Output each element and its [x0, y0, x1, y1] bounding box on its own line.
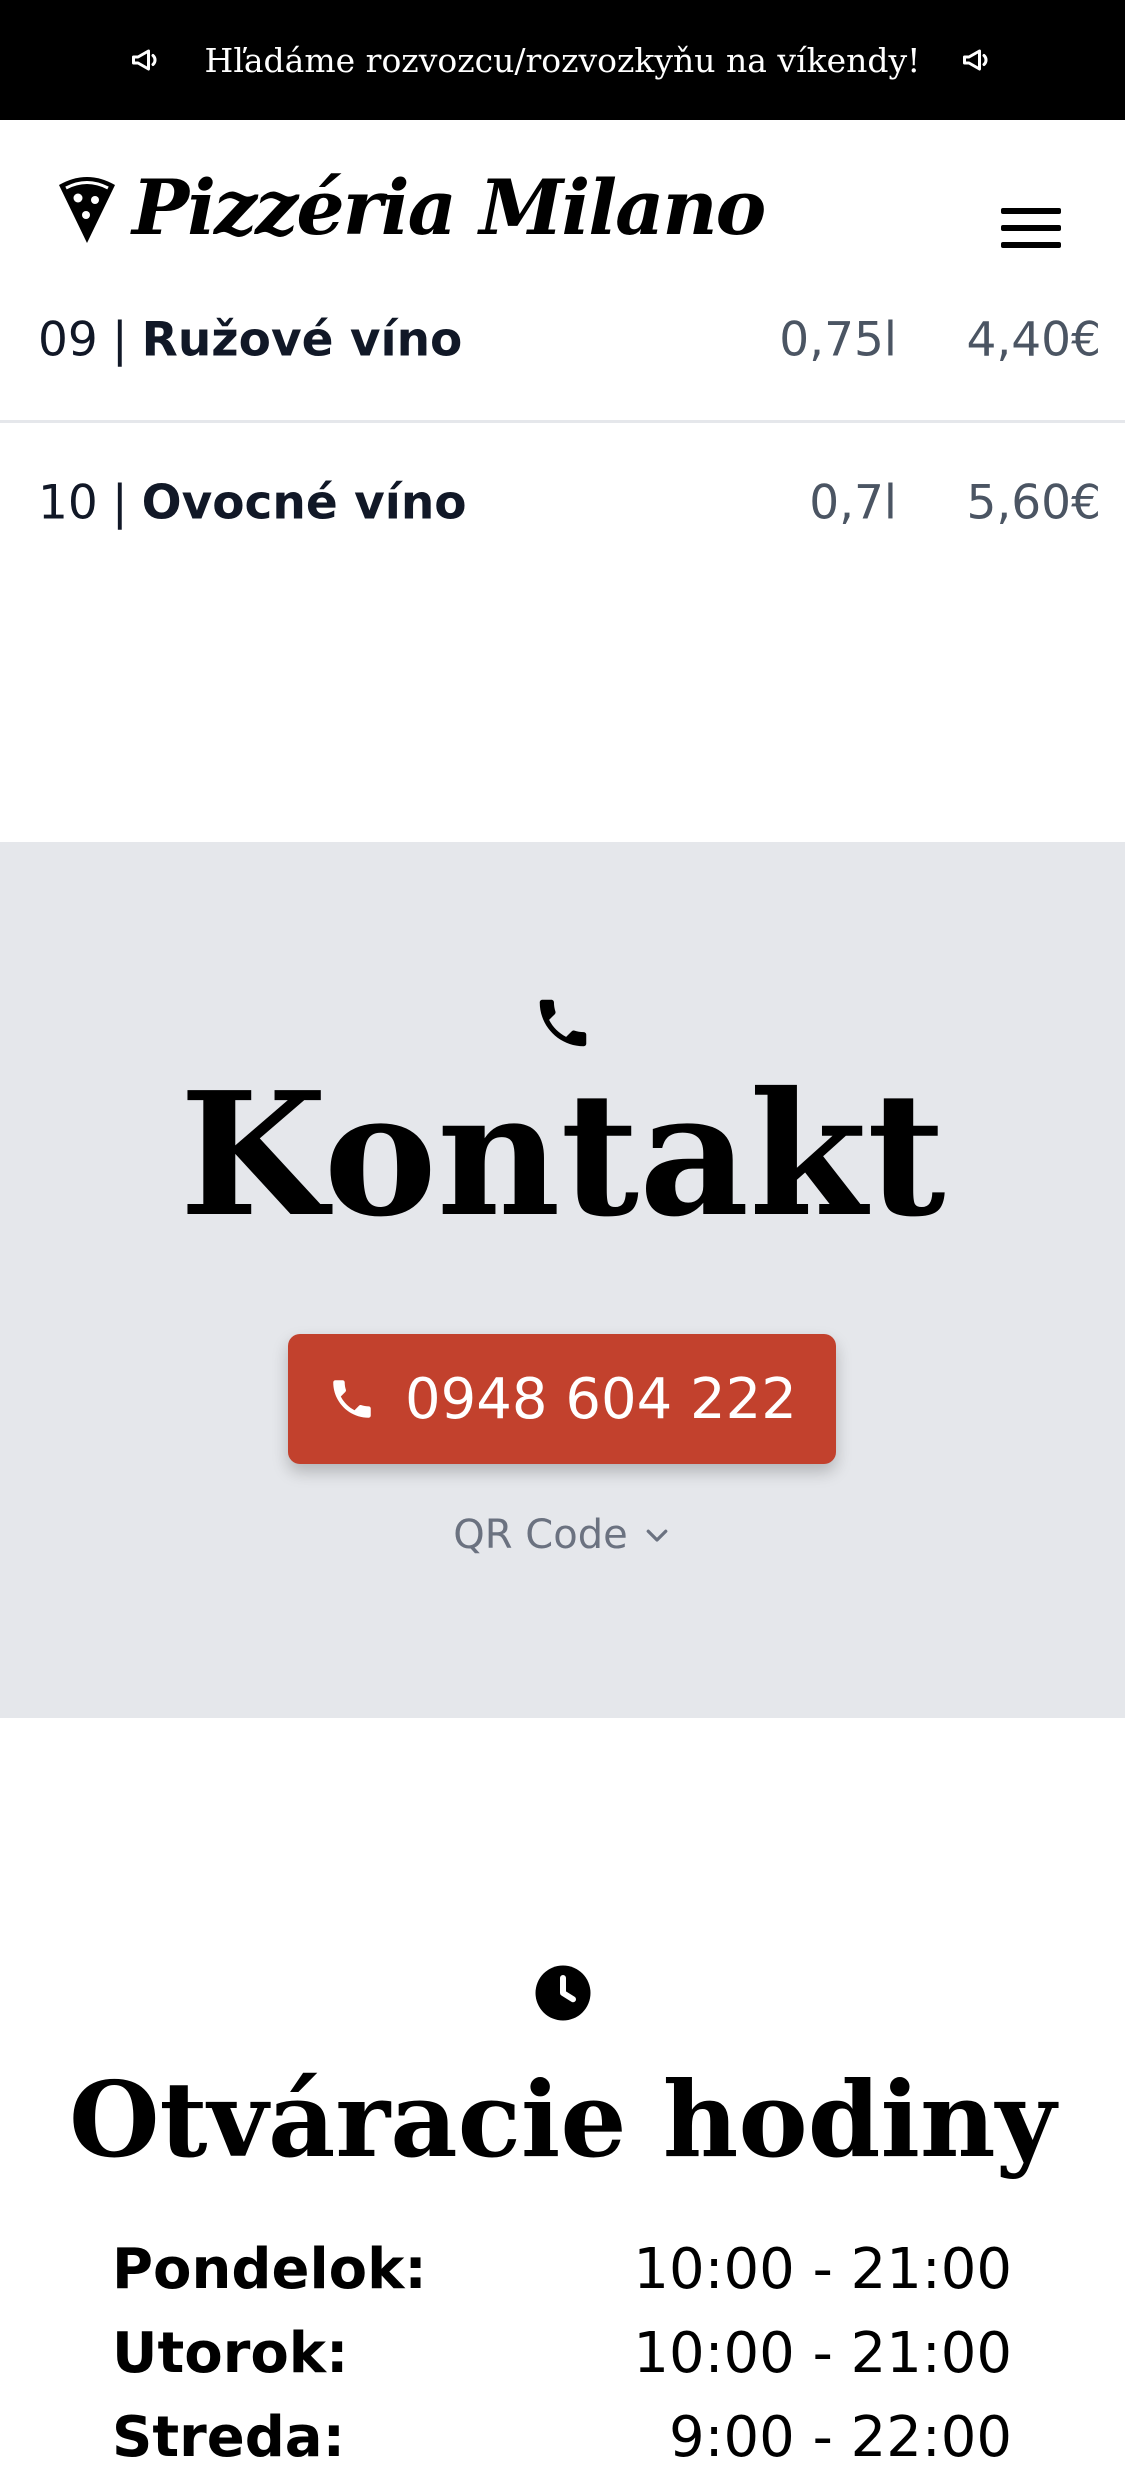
megaphone-icon	[129, 42, 165, 78]
hours-row: Streda: 9:00 - 22:00	[112, 2396, 1012, 2480]
hamburger-menu-icon	[1001, 208, 1061, 248]
chevron-down-icon	[642, 1520, 672, 1550]
menu-item-name: Ovocné víno	[141, 475, 467, 531]
menu-item-name: Ružové víno	[141, 312, 463, 368]
pizza-slice-icon	[56, 171, 118, 245]
menu-item-number: 10	[38, 475, 98, 531]
qr-code-label: QR Code	[453, 1512, 628, 1558]
announcement-text: Hľadáme rozvozcu/rozvozkyňu na víkendy!	[204, 40, 921, 80]
menu-item-volume: 0,75l	[779, 312, 897, 368]
hours-time: 10:00 - 21:00	[633, 2321, 1012, 2386]
menu-item-volume: 0,7l	[809, 475, 897, 531]
announcement-bar: Hľadáme rozvozcu/rozvozkyňu na víkendy!	[0, 0, 1125, 120]
megaphone-icon	[960, 42, 996, 78]
phone-number: 0948 604 222	[405, 1366, 797, 1432]
hours-row: Utorok: 10:00 - 21:00	[112, 2312, 1012, 2396]
hours-row: Pondelok: 10:00 - 21:00	[112, 2228, 1012, 2312]
menu-item-number: 09	[38, 312, 98, 368]
menu-item-separator: |	[111, 475, 128, 531]
menu-item-price: 4,40€	[966, 312, 1101, 368]
opening-hours-section: Otváracie hodiny Pondelok: 10:00 - 21:00…	[0, 1718, 1125, 2470]
menu-item-price: 5,60€	[966, 475, 1101, 531]
opening-hours-list: Pondelok: 10:00 - 21:00 Utorok: 10:00 - …	[112, 2228, 1012, 2480]
hours-day: Streda:	[112, 2405, 345, 2470]
menu-item: 10 | Ovocné víno 0,7l 5,60€	[0, 423, 1125, 583]
site-logo[interactable]: Pizzéria Milano	[56, 163, 766, 252]
phone-icon	[532, 992, 594, 1054]
hours-day: Pondelok:	[112, 2237, 427, 2302]
site-header: Pizzéria Milano	[0, 120, 1125, 310]
hours-time: 10:00 - 21:00	[633, 2237, 1012, 2302]
opening-hours-title: Otváracie hodiny	[68, 2058, 1057, 2181]
menu-item-separator: |	[111, 312, 128, 368]
hamburger-menu-button[interactable]	[995, 200, 1067, 256]
phone-icon	[327, 1374, 377, 1424]
contact-title: Kontakt	[179, 1055, 946, 1255]
phone-call-button[interactable]: 0948 604 222	[288, 1334, 836, 1464]
hours-time: 9:00 - 22:00	[669, 2405, 1012, 2470]
hours-day: Utorok:	[112, 2321, 349, 2386]
contact-section: Kontakt 0948 604 222 QR Code	[0, 842, 1125, 1718]
logo-text: Pizzéria Milano	[132, 163, 766, 252]
clock-icon	[533, 1963, 593, 2023]
qr-code-toggle[interactable]: QR Code	[0, 1512, 1125, 1558]
